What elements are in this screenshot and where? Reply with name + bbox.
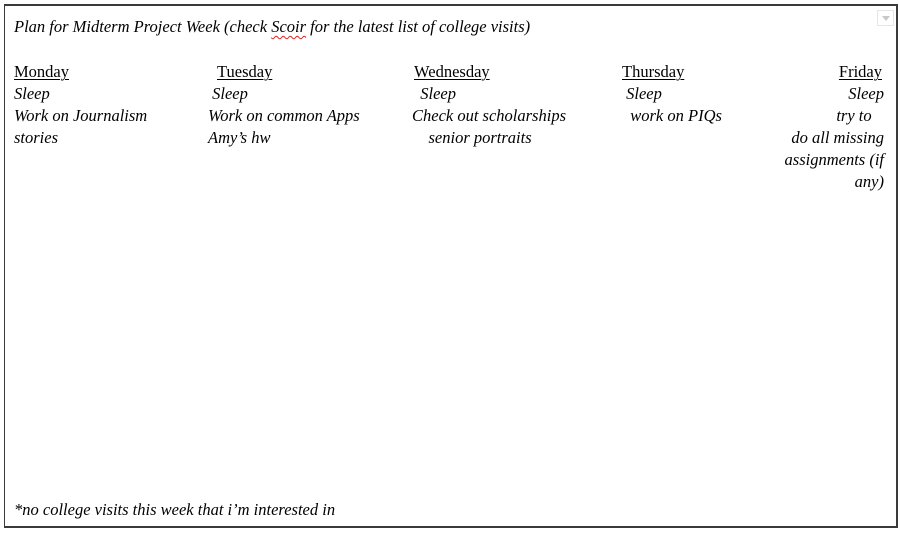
task-item: Amy’s hw [208,128,271,147]
task-item: stories [14,128,59,147]
task-item: Work on common Apps [208,106,360,125]
day-heading: Monday [14,62,69,81]
task-item: assignments (if [784,150,884,169]
task-item: Work on Journalism [14,106,148,125]
day-column-wednesday: Wednesday Sleep Check out scholarships s… [412,61,566,149]
task-item: Sleep [412,84,456,103]
task-item: do all missing [791,128,884,147]
task-item: Sleep [848,84,884,103]
day-heading: Friday [838,62,882,81]
footnote: *no college visits this week that i’m in… [14,500,336,519]
task-item: Check out scholarships [412,106,566,125]
day-column-friday: Friday Sleep try to do all missing assig… [785,61,884,193]
title-text: Plan for Midterm Project Week (check [14,17,272,36]
title-text-end: for the latest list of college visits) [306,17,531,36]
task-item: work on PIQs [622,106,722,125]
day-column-tuesday: Tuesday Sleep Work on common Apps Amy’s … [208,61,360,149]
chevron-down-icon[interactable] [877,10,894,26]
task-item: senior portraits [412,128,532,147]
task-item: any) [854,172,884,191]
task-item: Sleep [208,84,248,103]
page-title: Plan for Midterm Project Week (check Sco… [14,17,530,37]
task-item: Sleep [14,84,50,103]
task-item: try to [836,106,884,125]
day-heading: Thursday [622,62,685,81]
day-column-thursday: Thursday Sleep work on PIQs [622,61,722,127]
day-heading: Tuesday [217,62,273,81]
task-item: Sleep [622,84,662,103]
day-heading: Wednesday [414,62,490,81]
misspelled-word[interactable]: Scoir [271,17,306,36]
day-column-monday: Monday Sleep Work on Journalism stories [14,61,147,149]
